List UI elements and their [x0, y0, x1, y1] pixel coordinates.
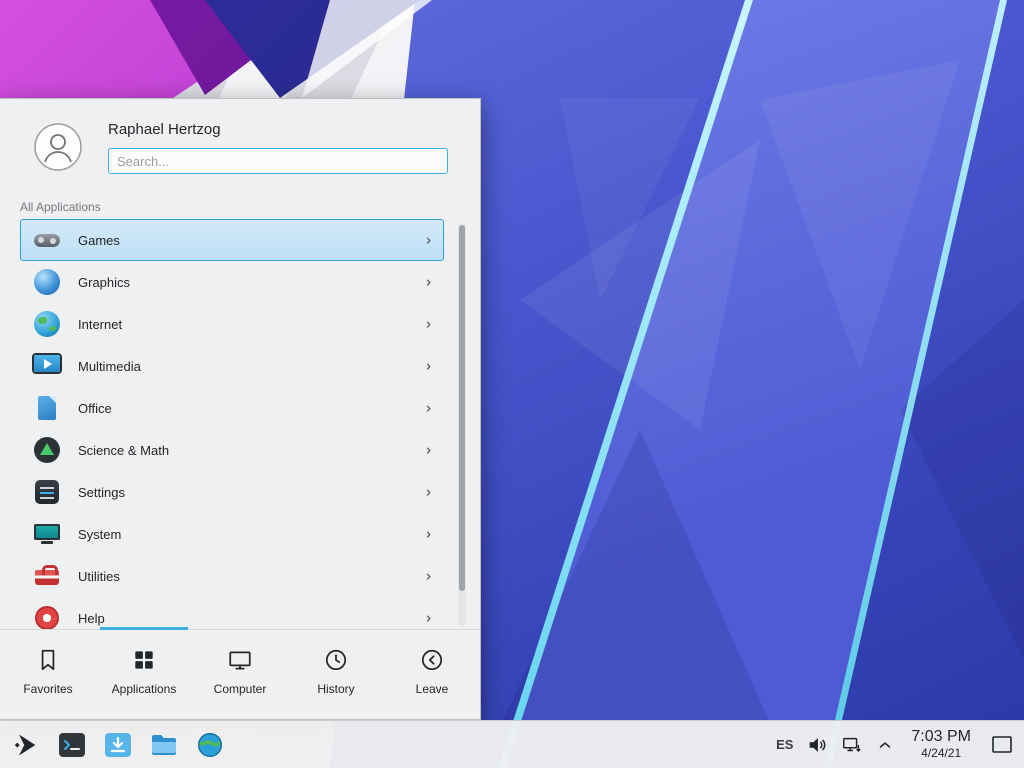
category-label: Help	[78, 611, 105, 626]
chevron-right-icon: ›	[426, 359, 431, 374]
help-ring-icon	[31, 602, 63, 631]
chevron-right-icon: ›	[426, 485, 431, 500]
chevron-right-icon: ›	[426, 611, 431, 626]
graphics-sphere-icon	[31, 266, 63, 298]
keyboard-layout-indicator[interactable]: ES	[776, 737, 793, 752]
taskbar: ES 7:03 PM 4/24/21	[0, 720, 1024, 768]
category-label: Settings	[78, 485, 125, 500]
tab-history[interactable]: History	[288, 630, 384, 719]
category-games[interactable]: Games ›	[20, 219, 444, 261]
system-tray: ES 7:03 PM 4/24/21	[776, 728, 1018, 760]
file-manager-icon	[149, 730, 179, 760]
category-office[interactable]: Office ›	[20, 387, 444, 429]
category-label: Multimedia	[78, 359, 141, 374]
app-grid-icon	[131, 646, 157, 674]
monitor-play-icon	[31, 350, 63, 382]
tab-label: Applications	[112, 682, 177, 696]
leave-icon	[419, 646, 445, 674]
category-settings[interactable]: Settings ›	[20, 471, 444, 513]
category-label: Internet	[78, 317, 122, 332]
chevron-right-icon: ›	[426, 443, 431, 458]
clock-date: 4/24/21	[921, 747, 961, 761]
taskbar-app-web-browser[interactable]	[192, 725, 228, 765]
category-label: System	[78, 527, 121, 542]
chevron-right-icon: ›	[426, 275, 431, 290]
document-icon	[31, 392, 63, 424]
category-label: Utilities	[78, 569, 120, 584]
web-browser-icon	[195, 730, 225, 760]
system-monitor-icon	[31, 518, 63, 550]
tab-leave[interactable]: Leave	[384, 630, 480, 719]
taskbar-app-terminal[interactable]	[54, 725, 90, 765]
chevron-right-icon: ›	[426, 569, 431, 584]
clock-icon	[323, 646, 349, 674]
active-tab-indicator	[100, 627, 188, 630]
scrollbar-track[interactable]	[458, 223, 466, 627]
category-label: Science & Math	[78, 443, 169, 458]
tab-label: Favorites	[23, 682, 72, 696]
clock-time: 7:03 PM	[911, 728, 971, 746]
gamepad-icon	[31, 224, 63, 256]
category-label: Graphics	[78, 275, 130, 290]
bookmark-icon	[35, 646, 61, 674]
show-desktop-button[interactable]	[990, 734, 1014, 756]
user-avatar[interactable]	[34, 123, 82, 171]
search-input[interactable]	[108, 148, 448, 174]
computer-icon	[227, 646, 253, 674]
scrollbar-thumb[interactable]	[459, 225, 465, 591]
settings-panel-icon	[31, 476, 63, 508]
software-center-icon	[103, 730, 133, 760]
taskbar-app-software-center[interactable]	[100, 725, 136, 765]
flask-icon	[31, 434, 63, 466]
category-utilities[interactable]: Utilities ›	[20, 555, 444, 597]
tab-applications[interactable]: Applications	[96, 630, 192, 719]
tab-label: History	[317, 682, 354, 696]
category-system[interactable]: System ›	[20, 513, 444, 555]
category-help[interactable]: Help ›	[20, 597, 444, 631]
chevron-right-icon: ›	[426, 317, 431, 332]
user-avatar-icon	[34, 123, 82, 171]
user-name: Raphael Hertzog	[108, 121, 221, 138]
category-list: Games › Graphics › Internet › Multimedia…	[20, 219, 446, 631]
launcher-header: Raphael Hertzog	[0, 99, 480, 195]
terminal-icon	[57, 730, 87, 760]
category-label: Games	[78, 233, 120, 248]
category-graphics[interactable]: Graphics ›	[20, 261, 444, 303]
category-science-math[interactable]: Science & Math ›	[20, 429, 444, 471]
chevron-right-icon: ›	[426, 527, 431, 542]
app-launcher-icon	[12, 731, 40, 759]
tab-computer[interactable]: Computer	[192, 630, 288, 719]
chevron-right-icon: ›	[426, 233, 431, 248]
volume-icon[interactable]	[806, 734, 828, 756]
app-launcher-button[interactable]	[8, 725, 44, 765]
category-multimedia[interactable]: Multimedia ›	[20, 345, 444, 387]
launcher-tab-bar: Favorites Applications Computer History …	[0, 629, 480, 719]
category-internet[interactable]: Internet ›	[20, 303, 444, 345]
category-label: Office	[78, 401, 112, 416]
tab-label: Leave	[416, 682, 449, 696]
chevron-right-icon: ›	[426, 401, 431, 416]
application-launcher-menu: Raphael Hertzog All Applications Games ›…	[0, 98, 481, 720]
globe-icon	[31, 308, 63, 340]
clock-widget[interactable]: 7:03 PM 4/24/21	[911, 728, 971, 760]
taskbar-app-file-manager[interactable]	[146, 725, 182, 765]
toolbox-icon	[31, 560, 63, 592]
section-label: All Applications	[20, 200, 101, 214]
show-desktop-icon	[990, 734, 1014, 756]
tab-label: Computer	[214, 682, 267, 696]
tab-favorites[interactable]: Favorites	[0, 630, 96, 719]
expand-tray-chevron-icon[interactable]	[876, 736, 894, 754]
network-icon[interactable]	[841, 734, 863, 756]
